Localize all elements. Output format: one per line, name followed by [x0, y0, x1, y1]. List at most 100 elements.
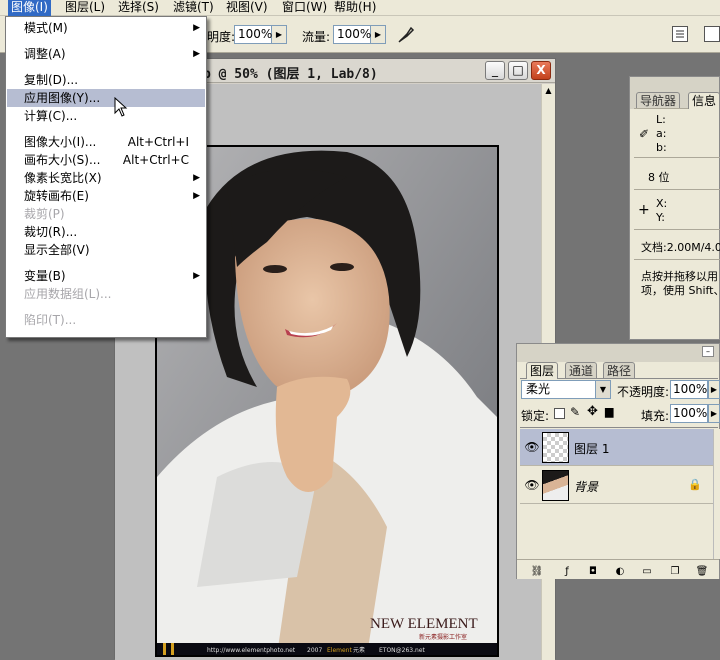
lock-label: 锁定: [521, 409, 550, 423]
layers-toolbar: ⛓ ƒ ◘ ◐ ▭ ❐ 🗑 [517, 559, 719, 579]
new-group-icon[interactable]: ▭ [639, 565, 655, 579]
tab-info[interactable]: 信息 [688, 92, 720, 109]
menu-separator [9, 128, 203, 129]
menu-bar: 图像(I) 图层(L) 选择(S) 滤镜(T) 视图(V) 窗口(W) 帮助(H… [0, 0, 720, 16]
menu-item-16[interactable]: 变量(B) ▶ [7, 267, 205, 285]
minimize-button[interactable]: _ [485, 61, 505, 80]
submenu-arrow-icon: ▶ [193, 271, 200, 281]
menu-item-2[interactable]: 调整(A) ▶ [7, 45, 205, 63]
layer-opacity-field[interactable]: 100% [670, 380, 708, 399]
menu-item-label: 应用数据组(L)... [24, 287, 112, 301]
menu-item-label: 调整(A) [24, 47, 66, 61]
layer-name: 图层 1 [574, 442, 610, 456]
menu-window[interactable]: 窗口(W) [279, 0, 330, 16]
menu-item-shortcut: Alt+Ctrl+C [122, 153, 189, 167]
add-mask-icon[interactable]: ◘ [585, 565, 601, 579]
lock-transparency-icon[interactable] [554, 408, 565, 419]
link-layers-icon[interactable]: ⛓ [529, 565, 545, 579]
menu-filter[interactable]: 滤镜(T) [170, 0, 217, 16]
menu-item-label: 裁切(R)... [24, 225, 78, 239]
menu-separator [9, 40, 203, 41]
chevron-down-icon[interactable]: ▼ [595, 381, 610, 398]
maximize-button[interactable]: □ [508, 61, 528, 80]
menu-item-label: 旋转画布(E) [24, 189, 89, 203]
lock-position-icon[interactable]: ✥ [587, 404, 598, 419]
layer-style-icon[interactable]: ƒ [559, 565, 575, 579]
menu-item-17: 应用数据组(L)... [7, 285, 205, 303]
document-title: p @ 50% (图层 1, Lab/8) [203, 67, 378, 82]
panel-minimize-button[interactable]: – [702, 346, 714, 357]
fill-field[interactable]: 100% [670, 404, 708, 423]
close-button[interactable]: X [531, 61, 551, 80]
info-a-label: a: [656, 127, 667, 140]
menu-item-4[interactable]: 复制(D)... [7, 71, 205, 89]
menu-help[interactable]: 帮助(H) [331, 0, 379, 16]
flow-arrow-button[interactable]: ▶ [371, 25, 386, 44]
opacity-field[interactable]: 100% [234, 25, 272, 44]
info-x-label: X: [656, 197, 668, 210]
menu-item-19: 陷印(T)... [7, 311, 205, 329]
airbrush-icon[interactable] [397, 24, 417, 44]
layer-opacity-arrow[interactable]: ▶ [708, 380, 720, 399]
eye-icon[interactable]: 👁 [524, 439, 540, 455]
info-panel: 导航器 信息 ✐ L: a: b: 8 位 + X: Y: 文档:2.00M/4… [629, 76, 720, 340]
menu-item-label: 计算(C)... [24, 109, 78, 123]
adjustment-layer-icon[interactable]: ◐ [612, 565, 628, 579]
menu-item-8[interactable]: 图像大小(I)... Alt+Ctrl+I [7, 133, 205, 151]
menu-layer[interactable]: 图层(L) [62, 0, 108, 16]
footer-brand2: 元素 [353, 646, 365, 654]
layers-panel: – 图层 通道 路径 柔光 ▼ 不透明度: 100% ▶ 锁定: ✎ ✥ ▆ 填… [516, 343, 720, 579]
footer-year: 2007 [307, 647, 322, 654]
menu-item-12: 裁剪(P) [7, 205, 205, 223]
menu-item-label: 复制(D)... [24, 73, 79, 87]
opacity-label: 明度: [207, 30, 236, 44]
palette-well-icon[interactable] [672, 26, 688, 42]
menu-item-14[interactable]: 显示全部(V) [7, 241, 205, 259]
menu-item-5[interactable]: 应用图像(Y)... [7, 89, 205, 107]
tab-paths[interactable]: 路径 [603, 362, 636, 379]
menu-item-0[interactable]: 模式(M) ▶ [7, 19, 205, 37]
menu-image[interactable]: 图像(I) [8, 0, 51, 16]
menu-item-13[interactable]: 裁切(R)... [7, 223, 205, 241]
scroll-up-arrow[interactable]: ▲ [543, 86, 554, 98]
eyedropper-icon: ✐ [639, 127, 650, 141]
tab-channels[interactable]: 通道 [565, 362, 598, 379]
menu-item-label: 画布大小(S)... [24, 153, 101, 167]
menu-separator [9, 306, 203, 307]
menu-item-label: 显示全部(V) [24, 243, 90, 257]
layer-row-layer1[interactable]: 👁 图层 1 [520, 429, 716, 466]
menu-view[interactable]: 视图(V) [223, 0, 271, 16]
tab-navigator[interactable]: 导航器 [636, 92, 681, 109]
new-layer-icon[interactable]: ❐ [667, 565, 683, 579]
eye-icon[interactable]: 👁 [524, 477, 540, 493]
menu-select[interactable]: 选择(S) [115, 0, 162, 16]
tab-layers[interactable]: 图层 [526, 362, 559, 379]
layer-thumbnail [542, 432, 569, 463]
menu-item-9[interactable]: 画布大小(S)... Alt+Ctrl+C [7, 151, 205, 169]
watermark-brand: NEW ELEMENT [370, 616, 478, 632]
layer-row-background[interactable]: 👁 背景 🔒 [520, 467, 716, 504]
lock-all-icon[interactable]: ▆ [605, 405, 613, 418]
submenu-arrow-icon: ▶ [193, 173, 200, 183]
layer-opacity-label: 不透明度: [617, 385, 670, 399]
flow-field[interactable]: 100% [333, 25, 371, 44]
info-b-label: b: [656, 141, 667, 154]
menu-item-6[interactable]: 计算(C)... [7, 107, 205, 125]
menu-item-label: 裁剪(P) [24, 207, 65, 221]
blend-mode-select[interactable]: 柔光 ▼ [521, 380, 611, 399]
crosshair-icon: + [638, 202, 650, 218]
trash-icon[interactable]: 🗑 [694, 565, 710, 579]
menu-item-11[interactable]: 旋转画布(E) ▶ [7, 187, 205, 205]
opacity-arrow-button[interactable]: ▶ [272, 25, 287, 44]
info-y-label: Y: [656, 211, 665, 224]
image-menu-dropdown: 模式(M) ▶ 调整(A) ▶ 复制(D)... 应用图像(Y)... 计算(C)... 图像… [5, 16, 207, 338]
lock-pixels-icon[interactable]: ✎ [570, 405, 580, 419]
portrait-photo: NEW ELEMENT 新元素摄影工作室 http://www.elementp… [157, 147, 497, 655]
menu-item-10[interactable]: 像素长宽比(X) ▶ [7, 169, 205, 187]
fill-arrow[interactable]: ▶ [708, 404, 720, 423]
menu-item-label: 模式(M) [24, 21, 68, 35]
menu-item-label: 应用图像(Y)... [24, 91, 101, 105]
layers-scrollbar[interactable] [713, 429, 720, 559]
brush-palette-icon[interactable] [704, 26, 720, 42]
menu-separator [9, 262, 203, 263]
